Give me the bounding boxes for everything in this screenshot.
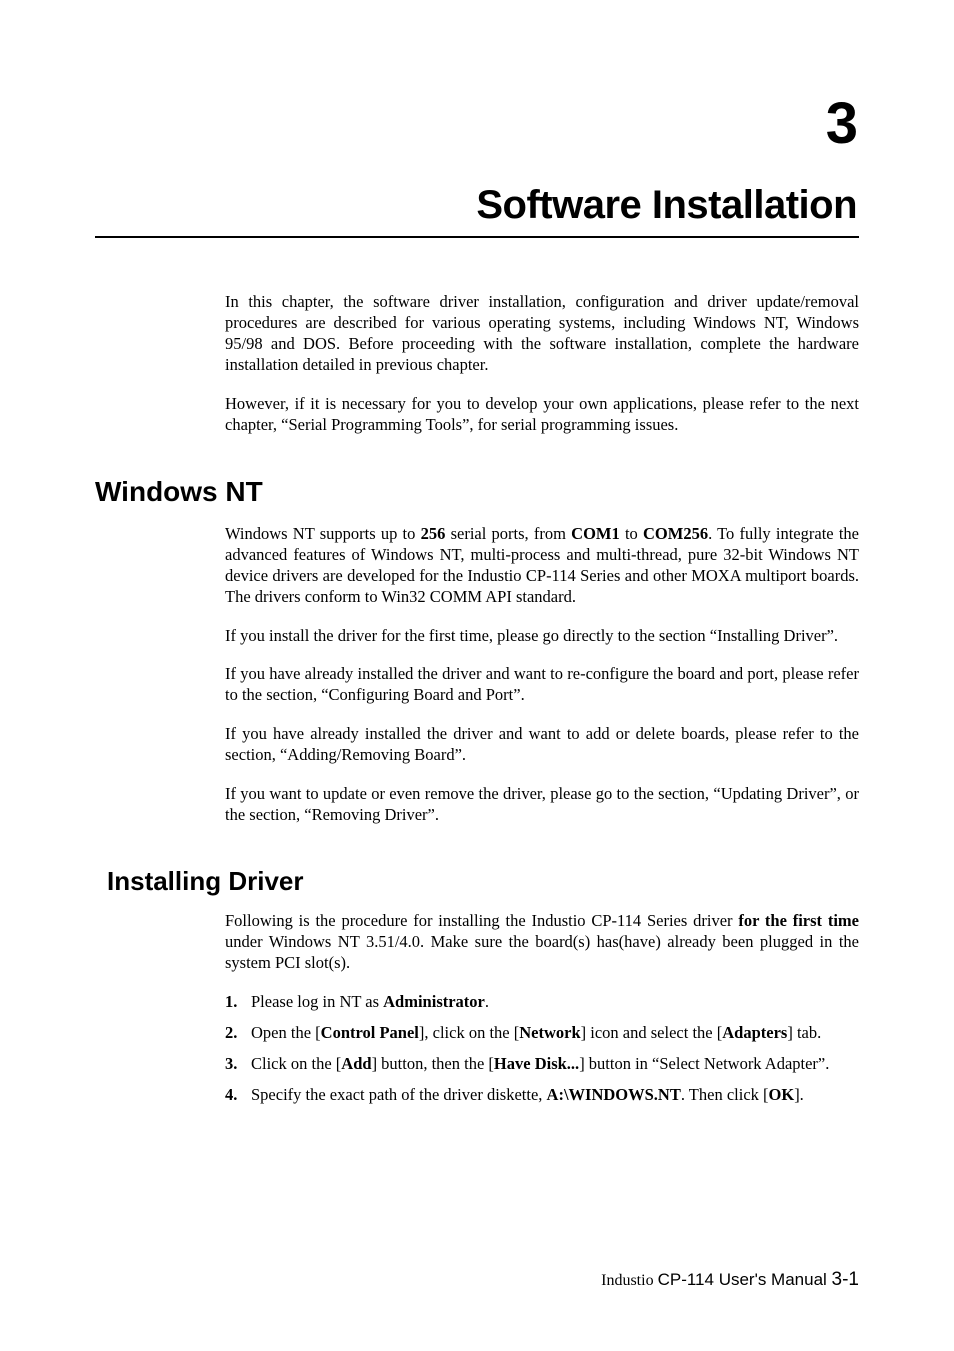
bold-256: 256 xyxy=(421,524,446,543)
text: under Windows NT 3.51/4.0. Make sure the… xyxy=(225,932,859,972)
bold-path: A:\WINDOWS.NT xyxy=(547,1085,681,1104)
bold-control-panel: Control Panel xyxy=(321,1023,419,1042)
text: ] button, then the [ xyxy=(372,1054,494,1073)
windows-nt-p5: If you want to update or even remove the… xyxy=(225,784,859,826)
intro-paragraph-1: In this chapter, the software driver ins… xyxy=(225,292,859,376)
bold-add: Add xyxy=(341,1054,371,1073)
footer-product-prefix: Industio xyxy=(601,1272,657,1289)
install-steps-list: 1. Please log in NT as Administrator. 2.… xyxy=(225,992,859,1106)
intro-block: In this chapter, the software driver ins… xyxy=(225,292,859,436)
text: to xyxy=(620,524,643,543)
bold-adapters: Adapters xyxy=(722,1023,787,1042)
windows-nt-p1: Windows NT supports up to 256 serial por… xyxy=(225,524,859,608)
windows-nt-p3: If you have already installed the driver… xyxy=(225,664,859,706)
installing-driver-block: Following is the procedure for installin… xyxy=(225,911,859,1106)
text: ] button in “Select Network Adapter”. xyxy=(579,1054,829,1073)
windows-nt-p2: If you install the driver for the first … xyxy=(225,626,859,647)
step-number: 4. xyxy=(225,1085,251,1106)
heading-windows-nt: Windows NT xyxy=(95,476,859,508)
step-text: Open the [Control Panel], click on the [… xyxy=(251,1023,859,1044)
bold-com1: COM1 xyxy=(571,524,620,543)
bold-have-disk: Have Disk... xyxy=(494,1054,579,1073)
step-text: Click on the [Add] button, then the [Hav… xyxy=(251,1054,859,1075)
text: Windows NT supports up to xyxy=(225,524,421,543)
list-item: 4. Specify the exact path of the driver … xyxy=(225,1085,859,1106)
windows-nt-p4: If you have already installed the driver… xyxy=(225,724,859,766)
text: . Then click [ xyxy=(681,1085,769,1104)
heading-installing-driver: Installing Driver xyxy=(107,866,859,897)
text: Open the [ xyxy=(251,1023,321,1042)
step-number: 1. xyxy=(225,992,251,1013)
text: ] icon and select the [ xyxy=(581,1023,723,1042)
footer-page-number: 3-1 xyxy=(832,1269,859,1290)
text: Specify the exact path of the driver dis… xyxy=(251,1085,547,1104)
windows-nt-block: Windows NT supports up to 256 serial por… xyxy=(225,524,859,826)
text: Click on the [ xyxy=(251,1054,341,1073)
bold-ok: OK xyxy=(769,1085,795,1104)
list-item: 3. Click on the [Add] button, then the [… xyxy=(225,1054,859,1075)
step-number: 3. xyxy=(225,1054,251,1075)
bold-com256: COM256 xyxy=(643,524,708,543)
text: ] tab. xyxy=(787,1023,821,1042)
footer-product: CP-114 xyxy=(658,1270,719,1289)
text: ], click on the [ xyxy=(419,1023,519,1042)
chapter-number: 3 xyxy=(95,95,859,153)
installing-driver-p1: Following is the procedure for installin… xyxy=(225,911,859,974)
page: 3 Software Installation In this chapter,… xyxy=(0,0,954,1351)
text: serial ports, from xyxy=(445,524,571,543)
step-number: 2. xyxy=(225,1023,251,1044)
bold-administrator: Administrator xyxy=(383,992,485,1011)
chapter-title: Software Installation xyxy=(95,183,859,238)
intro-paragraph-2: However, if it is necessary for you to d… xyxy=(225,394,859,436)
step-text: Please log in NT as Administrator. xyxy=(251,992,859,1013)
text: . xyxy=(485,992,489,1011)
bold-network: Network xyxy=(519,1023,580,1042)
footer-label: User's Manual xyxy=(719,1270,832,1289)
text: Following is the procedure for installin… xyxy=(225,911,738,930)
text: ]. xyxy=(794,1085,804,1104)
page-footer: Industio CP-114 User's Manual 3-1 xyxy=(601,1269,859,1291)
list-item: 1. Please log in NT as Administrator. xyxy=(225,992,859,1013)
text: Please log in NT as xyxy=(251,992,383,1011)
bold-first-time: for the first time xyxy=(738,911,859,930)
step-text: Specify the exact path of the driver dis… xyxy=(251,1085,859,1106)
list-item: 2. Open the [Control Panel], click on th… xyxy=(225,1023,859,1044)
